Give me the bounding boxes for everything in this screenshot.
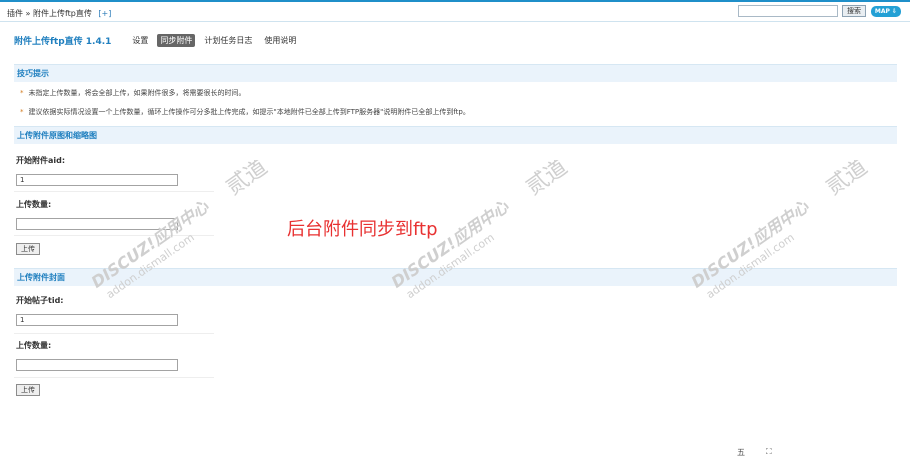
start-tid-input[interactable] [16,314,178,326]
upload-count-input[interactable] [16,218,178,230]
breadcrumb-text[interactable]: 插件 » 附件上传ftp直传 [7,9,92,18]
overlay-caption: 后台附件同步到ftp [287,219,438,240]
start-aid-label: 开始附件aid: [16,156,66,165]
breadcrumb-add-link[interactable]: [+] [98,9,111,18]
watermark-domain: addon.dismall.com [404,231,497,301]
start-aid-input[interactable] [16,174,178,186]
watermark-mark: 贰道 [522,160,572,200]
watermark-mark: 贰道 [822,160,872,200]
tip-text: 未指定上传数量，将会全部上传，如果附件很多，将需要很长的时间。 [28,89,246,97]
upload-count-label: 上传数量: [16,341,52,350]
row-divider [14,333,214,334]
section-original-thumbnail-header: 上传附件原图和缩略图 [14,126,897,144]
breadcrumb: 插件 » 附件上传ftp直传 [+] [7,8,111,19]
upload-button[interactable]: 上传 [16,243,40,255]
watermark-domain: addon.dismall.com [104,231,197,301]
row-divider [14,377,214,378]
tip-text: 建议依据实际情况设置一个上传数量，循环上传操作可分多批上传完成，如提示"本地附件… [28,108,470,116]
tab-settings[interactable]: 设置 [129,34,151,47]
plugin-title: 附件上传ftp直传 1.4.1 [14,36,112,47]
star-icon: * [20,108,24,116]
upload-count-label: 上传数量: [16,200,52,209]
upload-button[interactable]: 上传 [16,384,40,396]
input-method-icon[interactable]: 五 [737,447,745,458]
tab-cron-log[interactable]: 计划任务日志 [201,34,255,47]
tip-item: * 未指定上传数量，将会全部上传，如果附件很多，将需要很长的时间。 [20,88,246,98]
watermark-mark: 贰道 [222,160,272,200]
tab-usage[interactable]: 使用说明 [261,34,299,47]
tab-sync-attachments[interactable]: 同步附件 [157,33,196,47]
top-bar: 插件 » 附件上传ftp直传 [+] 搜索 MAP ⇩ [0,2,910,22]
search-button[interactable]: 搜索 [842,5,866,17]
upload-count-input[interactable] [16,359,178,371]
watermark: DISCUZ!应用中心 addon.dismall.com 贰道 [688,160,872,301]
row-divider [14,191,214,192]
tip-item: * 建议依据实际情况设置一个上传数量，循环上传操作可分多批上传完成，如提示"本地附… [20,107,470,117]
tips-header: 技巧提示 [14,64,897,82]
section-cover-header: 上传附件封面 [14,268,897,286]
search-input[interactable] [738,5,838,17]
watermark-domain: addon.dismall.com [704,231,797,301]
star-icon: * [20,89,24,97]
map-button[interactable]: MAP ⇩ [871,6,901,17]
plugin-titlebar: 附件上传ftp直传 1.4.1 设置 同步附件 计划任务日志 使用说明 [14,33,305,47]
fullscreen-icon[interactable]: ⛶ [766,447,772,457]
row-divider [14,235,214,236]
start-tid-label: 开始帖子tid: [16,296,64,305]
